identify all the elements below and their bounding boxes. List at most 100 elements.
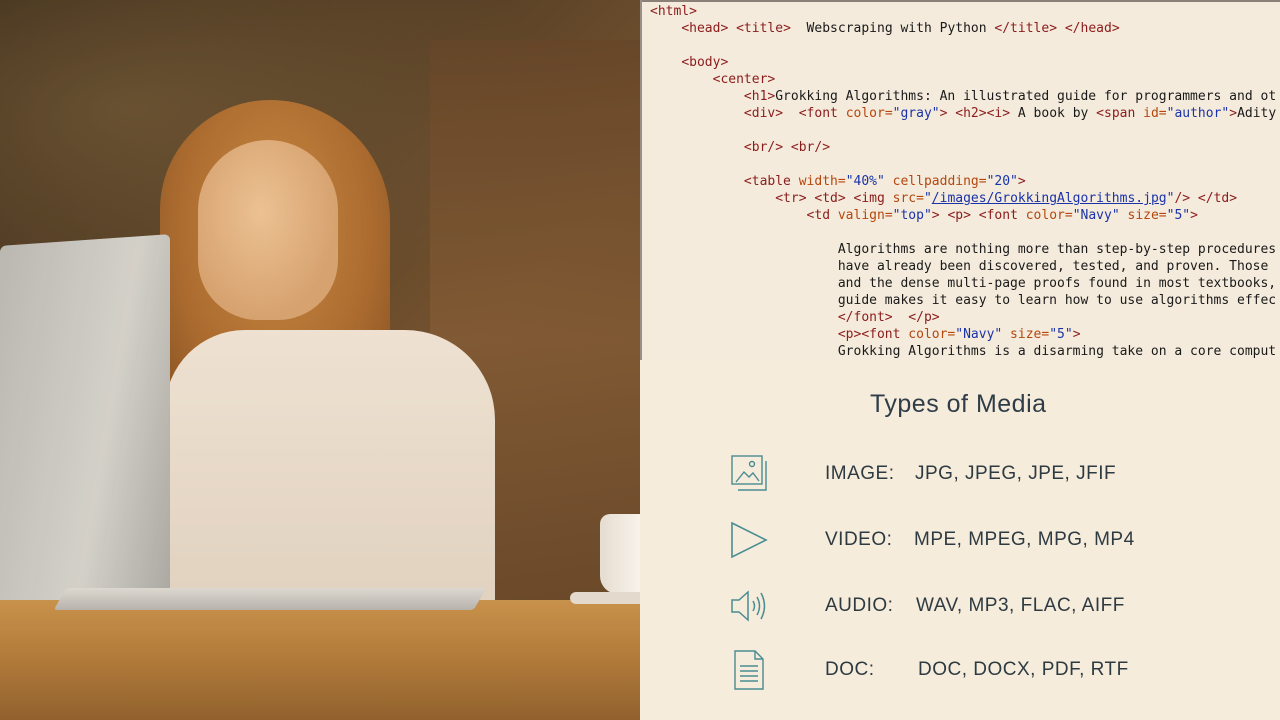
code-token: guide makes it easy to learn how to use … [650, 293, 1277, 308]
code-token: color= [1025, 208, 1073, 223]
media-label-doc: DOC: [825, 659, 875, 680]
code-line: Grokking Algorithms is a disarming take … [650, 344, 1276, 359]
code-token: </title> [994, 21, 1058, 36]
code-token: </td> [1197, 191, 1238, 206]
code-editor-panel: <html> <head> <title> Webscraping with P… [640, 0, 1280, 360]
code-token: <title> [736, 21, 791, 36]
code-token: <html> [650, 4, 697, 19]
code-token: <div> [743, 106, 784, 121]
code-token: A book by [1010, 106, 1097, 121]
code-token: </font> [837, 310, 893, 325]
media-title: Types of Media [870, 390, 1047, 418]
code-token: > [931, 208, 940, 223]
play-icon [731, 521, 768, 559]
code-line: <p><font color="Navy" size="5"> [650, 327, 1081, 342]
code-line: <h1>Grokking Algorithms: An illustrated … [650, 89, 1276, 104]
code-token: <h2><i> [955, 106, 1011, 121]
code-token: valign= [837, 208, 893, 223]
code-token: "5" [1049, 327, 1073, 342]
code-token: > [1072, 327, 1081, 342]
code-token: <td [806, 208, 838, 223]
media-formats-image: JPG, JPEG, JPE, JFIF [915, 463, 1117, 484]
code-token: <br/> [743, 140, 784, 155]
image-icon [731, 455, 767, 491]
code-token: "Navy" [1072, 208, 1120, 223]
code-line: <tr> <td> <img src="/images/GrokkingAlgo… [650, 191, 1237, 206]
code-token: Webscraping with Python [790, 21, 995, 36]
code-token: <tr> [775, 191, 807, 206]
code-token: <center> [712, 72, 776, 87]
media-label-video: VIDEO: [825, 529, 893, 550]
code-token: /> [1174, 191, 1191, 206]
code-token: color= [908, 327, 956, 342]
code-token: size= [1002, 327, 1050, 342]
code-token: <img [853, 191, 893, 206]
code-token: /images/GrokkingAlgorithms.jpg [931, 191, 1167, 206]
code-token: </p> [908, 310, 940, 325]
code-token: "20" [986, 174, 1018, 189]
code-token: id= [1143, 106, 1167, 121]
code-line: <div> <font color="gray" > <h2><i> A book… [650, 106, 1276, 121]
code-line: <head> <title> Webscraping with Python <… [650, 21, 1120, 36]
code-token: "5" [1166, 208, 1191, 223]
media-row-doc: DOC: DOC, DOCX, PDF, RTF [640, 648, 1280, 692]
html-source-code: <html> <head> <title> Webscraping with P… [650, 3, 1276, 360]
code-token: > [1017, 174, 1026, 189]
code-token: <p><font [837, 327, 909, 342]
code-token: color= [845, 106, 893, 121]
code-token: src= [892, 191, 924, 206]
code-line: <br/> <br/> [650, 140, 830, 155]
photo-woman-laptop [0, 0, 640, 720]
code-token: "40%" [845, 174, 885, 189]
media-label-audio: AUDIO: [825, 595, 894, 616]
code-token: have already been discovered, tested, an… [650, 259, 1269, 274]
speaker-icon [731, 590, 766, 622]
code-token: Adity [1237, 106, 1277, 121]
code-token: <font [798, 106, 846, 121]
code-line: Algorithms are nothing more than step-by… [650, 242, 1276, 257]
code-token: "top" [892, 208, 932, 223]
code-token: <p> [947, 208, 971, 223]
code-token: and the dense multi-page proofs found in… [650, 276, 1277, 291]
code-token: <br/> [790, 140, 831, 155]
media-types-panel: Types of Media IMAGE: JPG, JPEG, JPE, JF… [640, 360, 1280, 720]
code-token: <h1> [743, 89, 776, 104]
code-token: <td> [814, 191, 846, 206]
code-token: "Navy" [955, 327, 1003, 342]
code-token: <head> [681, 21, 729, 36]
code-token: Algorithms are nothing more than step-by… [650, 242, 1277, 257]
code-token: " [923, 191, 932, 206]
code-line: <td valign="top"> <p> <font color="Navy"… [650, 208, 1198, 223]
code-token: Grokking Algorithms is a disarming take … [650, 344, 1277, 359]
code-token: "author" [1166, 106, 1230, 121]
code-token: > [1190, 208, 1198, 223]
media-formats-video: MPE, MPEG, MPG, MP4 [914, 529, 1135, 550]
code-token: <font [978, 208, 1026, 223]
code-line: <html> [650, 4, 697, 19]
code-token: <span [1096, 106, 1144, 121]
code-token: </head> [1064, 21, 1120, 36]
media-row-image: IMAGE: JPG, JPEG, JPE, JFIF [640, 452, 1280, 496]
media-row-audio: AUDIO: WAV, MP3, FLAC, AIFF [640, 584, 1280, 628]
code-line: </font> </p> [650, 310, 940, 325]
code-token: Grokking Algorithms: An illustrated guid… [775, 89, 1277, 104]
document-icon [734, 650, 764, 690]
code-token: "gray" [892, 106, 940, 121]
code-line: <center> [650, 72, 776, 87]
code-line: have already been discovered, tested, an… [650, 259, 1268, 274]
code-line: <table width="40%" cellpadding="20"> [650, 174, 1026, 189]
